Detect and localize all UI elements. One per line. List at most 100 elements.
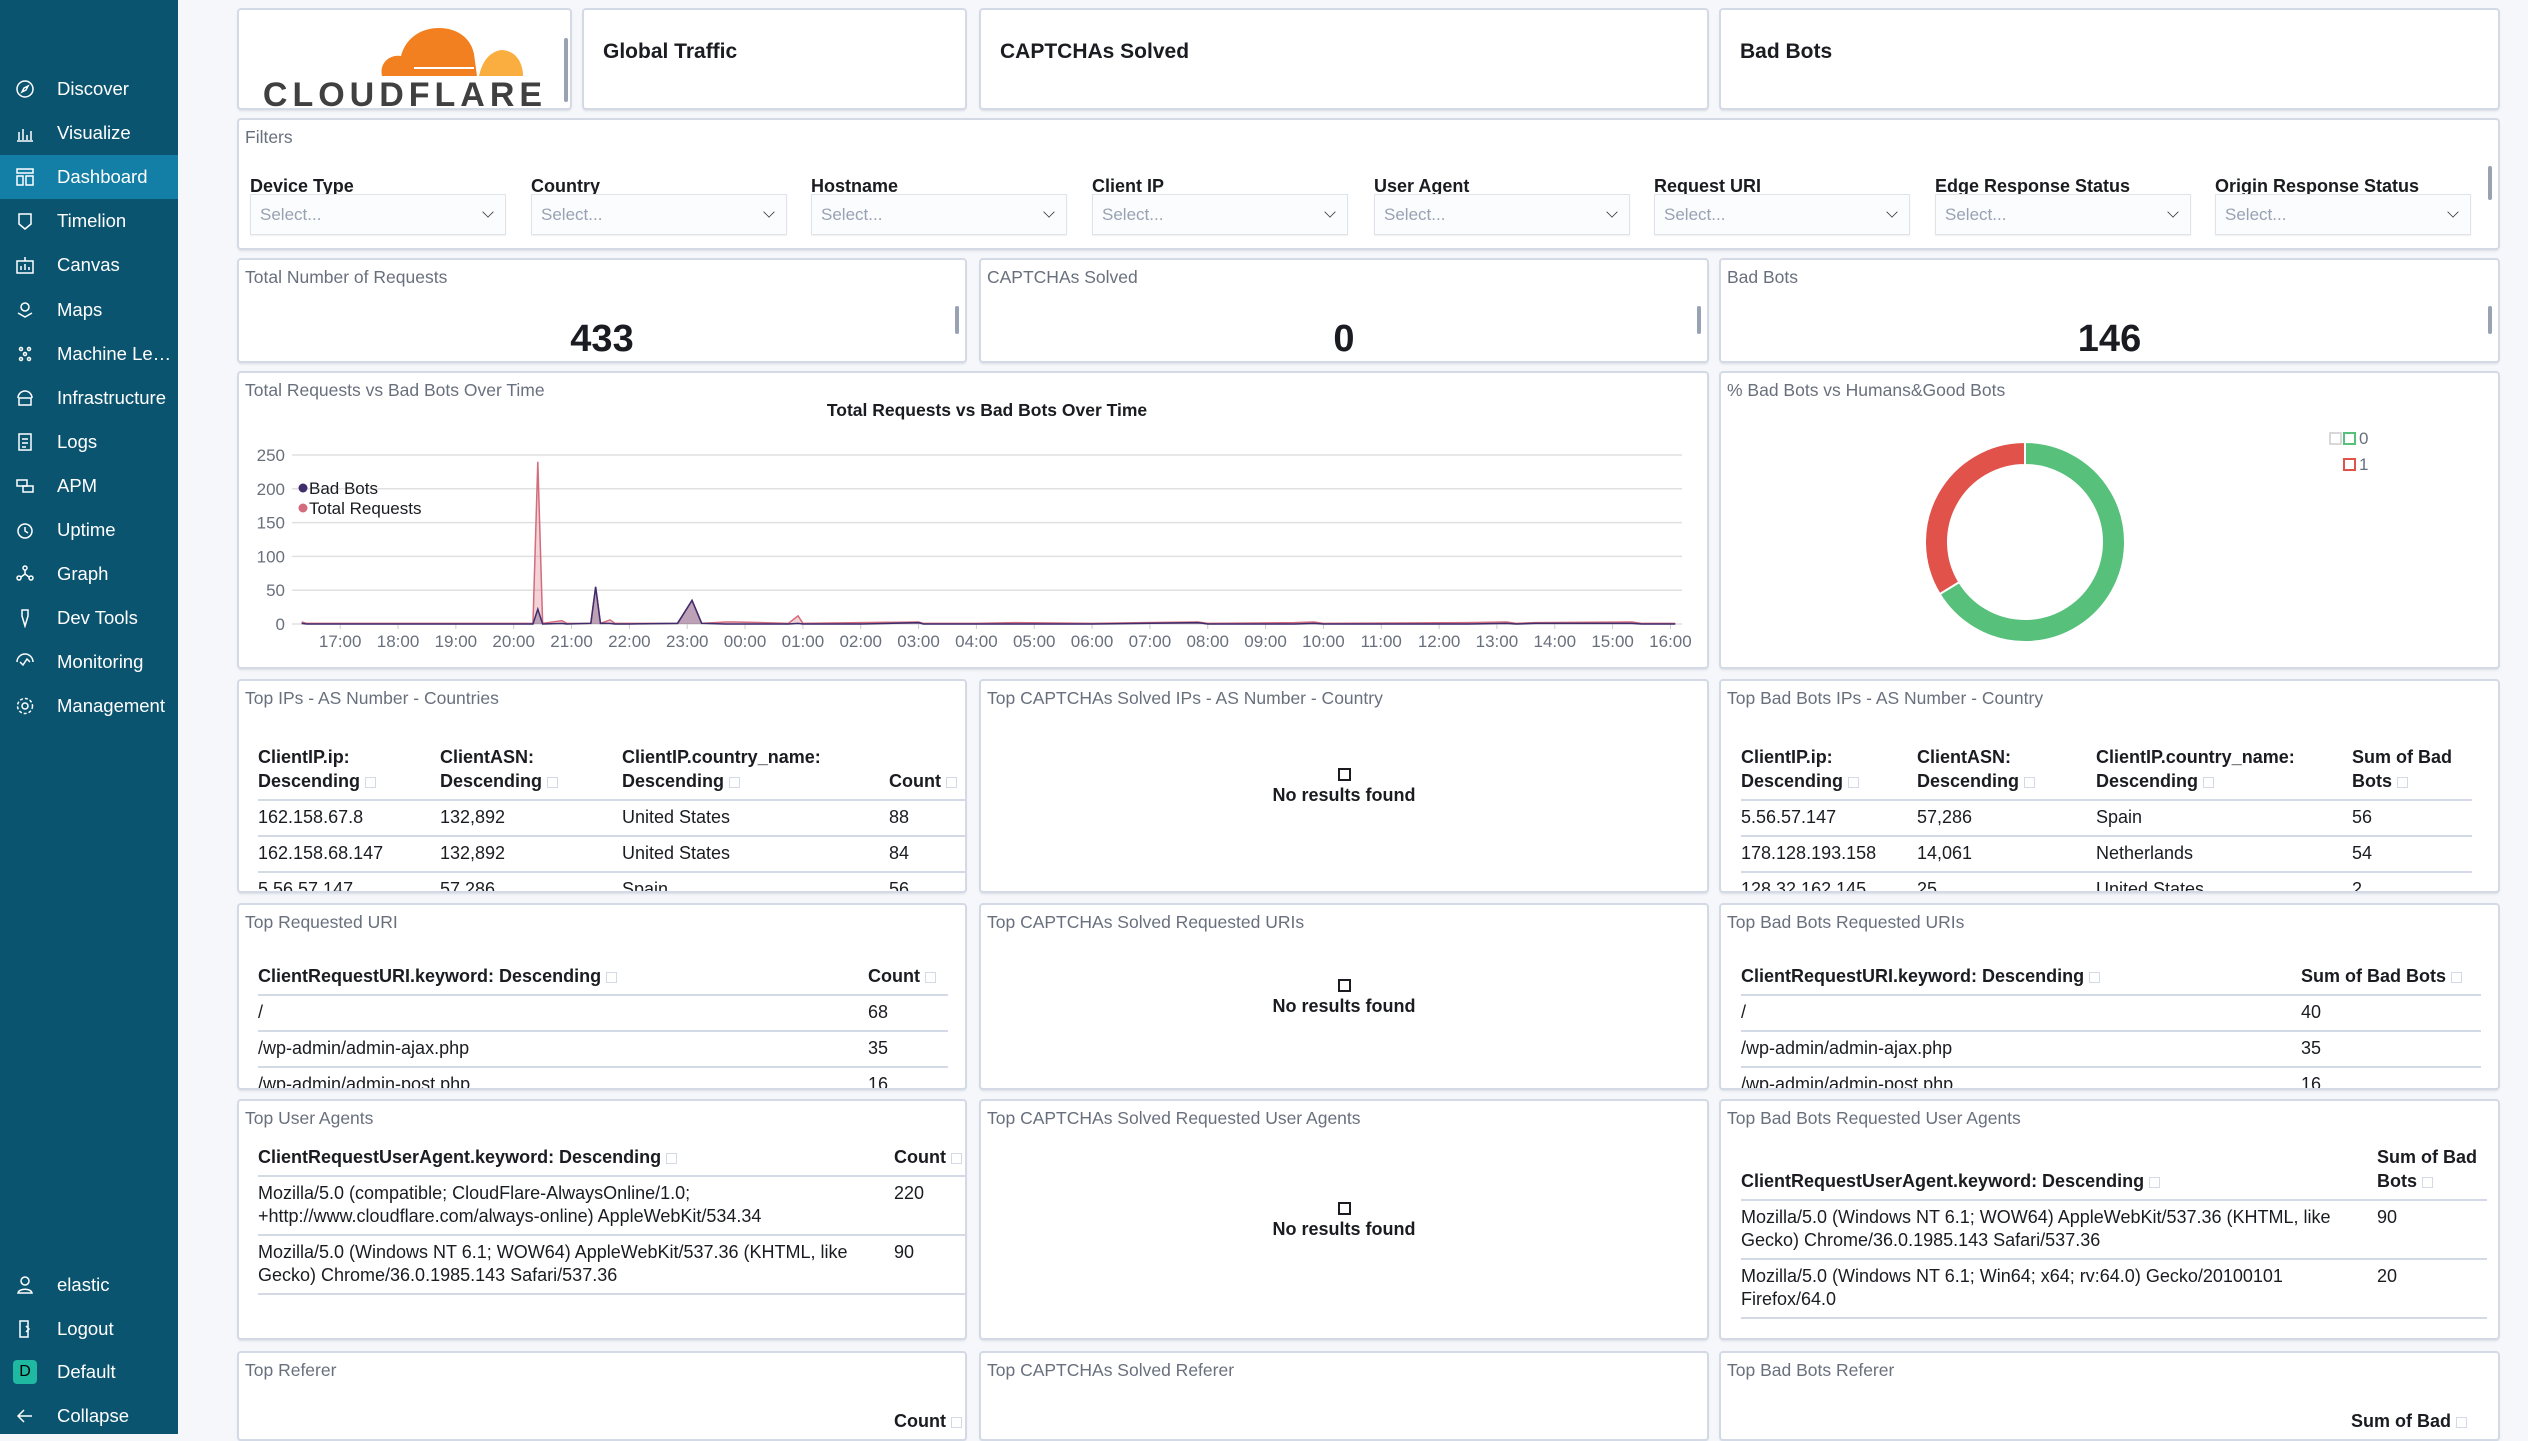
column-header[interactable]: Sum of Bad Bots <box>2352 741 2472 801</box>
filter-select-user-agent[interactable]: Select... <box>1374 194 1630 235</box>
table-header-row: Count <box>258 1405 965 1439</box>
column-header[interactable]: ClientASN: Descending <box>1917 741 2096 801</box>
metric-title: Bad Bots <box>1727 267 1799 287</box>
filter-select-country[interactable]: Select... <box>531 194 787 235</box>
sidebar-item-machine-le[interactable]: Machine Le… <box>0 332 178 376</box>
sort-icon[interactable] <box>950 1153 962 1164</box>
sort-icon[interactable] <box>924 972 936 983</box>
legend-label[interactable]: 1 <box>2359 455 2368 474</box>
x-tick-label: 18:00 <box>377 632 420 651</box>
legend-label[interactable]: Total Requests <box>309 499 421 518</box>
sidebar-item-logout[interactable]: Logout <box>0 1307 178 1351</box>
scrollbar[interactable] <box>1697 306 1701 334</box>
sidebar-item-uptime[interactable]: Uptime <box>0 508 178 552</box>
column-header[interactable]: ClientIP.country_name: Descending <box>622 741 889 801</box>
filter-select-hostname[interactable]: Select... <box>811 194 1067 235</box>
column-header[interactable]: ClientIP.ip: Descending <box>258 741 440 801</box>
column-header[interactable]: Sum of Bad <box>2351 1405 2487 1439</box>
column-header[interactable]: Count <box>894 1141 965 1177</box>
legend-swatch[interactable] <box>298 483 308 493</box>
column-header-label: Sum of Bad <box>2351 1411 2452 1431</box>
legend-swatch[interactable] <box>2343 458 2356 471</box>
table-cell: 16 <box>868 1067 948 1088</box>
infrastructure-icon <box>13 386 37 410</box>
column-header[interactable]: Sum of Bad Bots <box>2377 1141 2487 1201</box>
filters-scrollbar[interactable] <box>2488 166 2492 200</box>
sidebar-item-management[interactable]: Management <box>0 684 178 728</box>
sort-icon[interactable] <box>547 777 559 788</box>
sidebar-item-apm[interactable]: APM <box>0 464 178 508</box>
top-ips-panel: Top IPs - AS Number - Countries ClientIP.… <box>237 679 967 893</box>
sort-icon[interactable] <box>2422 1177 2433 1188</box>
sort-icon[interactable] <box>950 1417 962 1428</box>
filter-select-device-type[interactable]: Select... <box>250 194 506 235</box>
monitoring-icon <box>13 650 37 674</box>
sort-icon[interactable] <box>2089 972 2101 983</box>
column-header[interactable]: ClientASN: Descending <box>440 741 622 801</box>
filter-select-request-uri[interactable]: Select... <box>1654 194 1910 235</box>
sidebar-item-visualize[interactable]: Visualize <box>0 111 178 155</box>
column-header[interactable]: Count <box>894 1405 965 1439</box>
sidebar-item-default[interactable]: D Default <box>0 1350 178 1394</box>
series-line-total-requests[interactable] <box>301 461 1676 625</box>
sidebar-item-dev-tools[interactable]: Dev Tools <box>0 596 178 640</box>
table-row: /68 <box>258 995 948 1032</box>
select-placeholder: Select... <box>541 205 603 224</box>
column-header[interactable]: ClientIP.country_name: Descending <box>2096 741 2352 801</box>
table-row: Mozilla/5.0 (Windows NT 6.1; WOW64) Appl… <box>1741 1200 2487 1260</box>
panel-title: Top CAPTCHAs Solved IPs - AS Number - Co… <box>987 688 1383 708</box>
column-header[interactable]: Count <box>889 741 965 801</box>
column-header[interactable]: ClientIP.ip: Descending <box>1741 741 1917 801</box>
sidebar-item-monitoring[interactable]: Monitoring <box>0 640 178 684</box>
column-header[interactable]: Sum of Bad Bots <box>2301 960 2481 996</box>
sidebar-item-logs[interactable]: Logs <box>0 420 178 464</box>
select-placeholder: Select... <box>1384 205 1446 224</box>
sort-icon[interactable] <box>2203 777 2215 788</box>
sort-icon[interactable] <box>606 972 618 983</box>
gear-icon <box>13 694 37 718</box>
sidebar-item-maps[interactable]: Maps <box>0 288 178 332</box>
filter-select-client-ip[interactable]: Select... <box>1092 194 1348 235</box>
column-header[interactable] <box>258 1405 894 1439</box>
column-header[interactable]: ClientRequestUserAgent.keyword: Descendi… <box>1741 1141 2377 1201</box>
table-cell: 25 <box>1917 872 2096 891</box>
legend-swatch[interactable] <box>298 503 308 513</box>
sort-icon[interactable] <box>945 777 957 788</box>
column-header[interactable]: ClientRequestUserAgent.keyword: Descendi… <box>258 1141 894 1177</box>
scrollbar[interactable] <box>955 306 959 334</box>
column-header[interactable]: ClientRequestURI.keyword: Descending <box>258 960 868 996</box>
series-line-bad-bots[interactable] <box>301 586 1676 625</box>
sidebar-item-discover[interactable]: Discover <box>0 67 178 111</box>
sort-icon[interactable] <box>1848 777 1860 788</box>
sort-icon[interactable] <box>2451 972 2463 983</box>
filter-select-origin-response-status[interactable]: Select... <box>2215 194 2471 235</box>
sidebar-item-canvas[interactable]: Canvas <box>0 243 178 287</box>
sidebar-item-collapse[interactable]: Collapse <box>0 1394 178 1438</box>
sort-icon[interactable] <box>2024 777 2036 788</box>
scrollbar[interactable] <box>2488 306 2492 334</box>
sort-icon[interactable] <box>666 1153 678 1164</box>
column-header[interactable] <box>1741 1405 2351 1439</box>
sidebar-item-graph[interactable]: Graph <box>0 552 178 596</box>
table-cell: /wp-admin/admin-post.php <box>258 1067 868 1088</box>
sort-icon[interactable] <box>365 777 377 788</box>
sidebar-item-timelion[interactable]: Timelion <box>0 199 178 243</box>
requests-vs-bots-chart: Total Requests vs Bad Bots Over Time 0 50 1… <box>257 400 1692 651</box>
legend-label[interactable]: 0 <box>2359 429 2368 448</box>
donut-slice-1[interactable] <box>1924 440 2026 596</box>
sort-icon[interactable] <box>2149 1177 2161 1188</box>
legend-swatch[interactable] <box>2343 432 2356 445</box>
sidebar-item-dashboard[interactable]: Dashboard <box>0 155 178 200</box>
column-header[interactable]: Count <box>868 960 948 996</box>
filter-select-edge-response-status[interactable]: Select... <box>1935 194 2191 235</box>
visualize-icon <box>13 121 37 145</box>
legend-label[interactable]: Bad Bots <box>309 479 378 498</box>
x-tick-label: 02:00 <box>839 632 882 651</box>
legend-toggle-icon[interactable] <box>2329 432 2342 445</box>
sort-icon[interactable] <box>2397 777 2408 788</box>
sidebar-item-elastic[interactable]: elastic <box>0 1263 178 1307</box>
sort-icon[interactable] <box>2456 1417 2468 1428</box>
sort-icon[interactable] <box>729 777 741 788</box>
column-header[interactable]: ClientRequestURI.keyword: Descending <box>1741 960 2301 996</box>
sidebar-item-infrastructure[interactable]: Infrastructure <box>0 376 178 420</box>
